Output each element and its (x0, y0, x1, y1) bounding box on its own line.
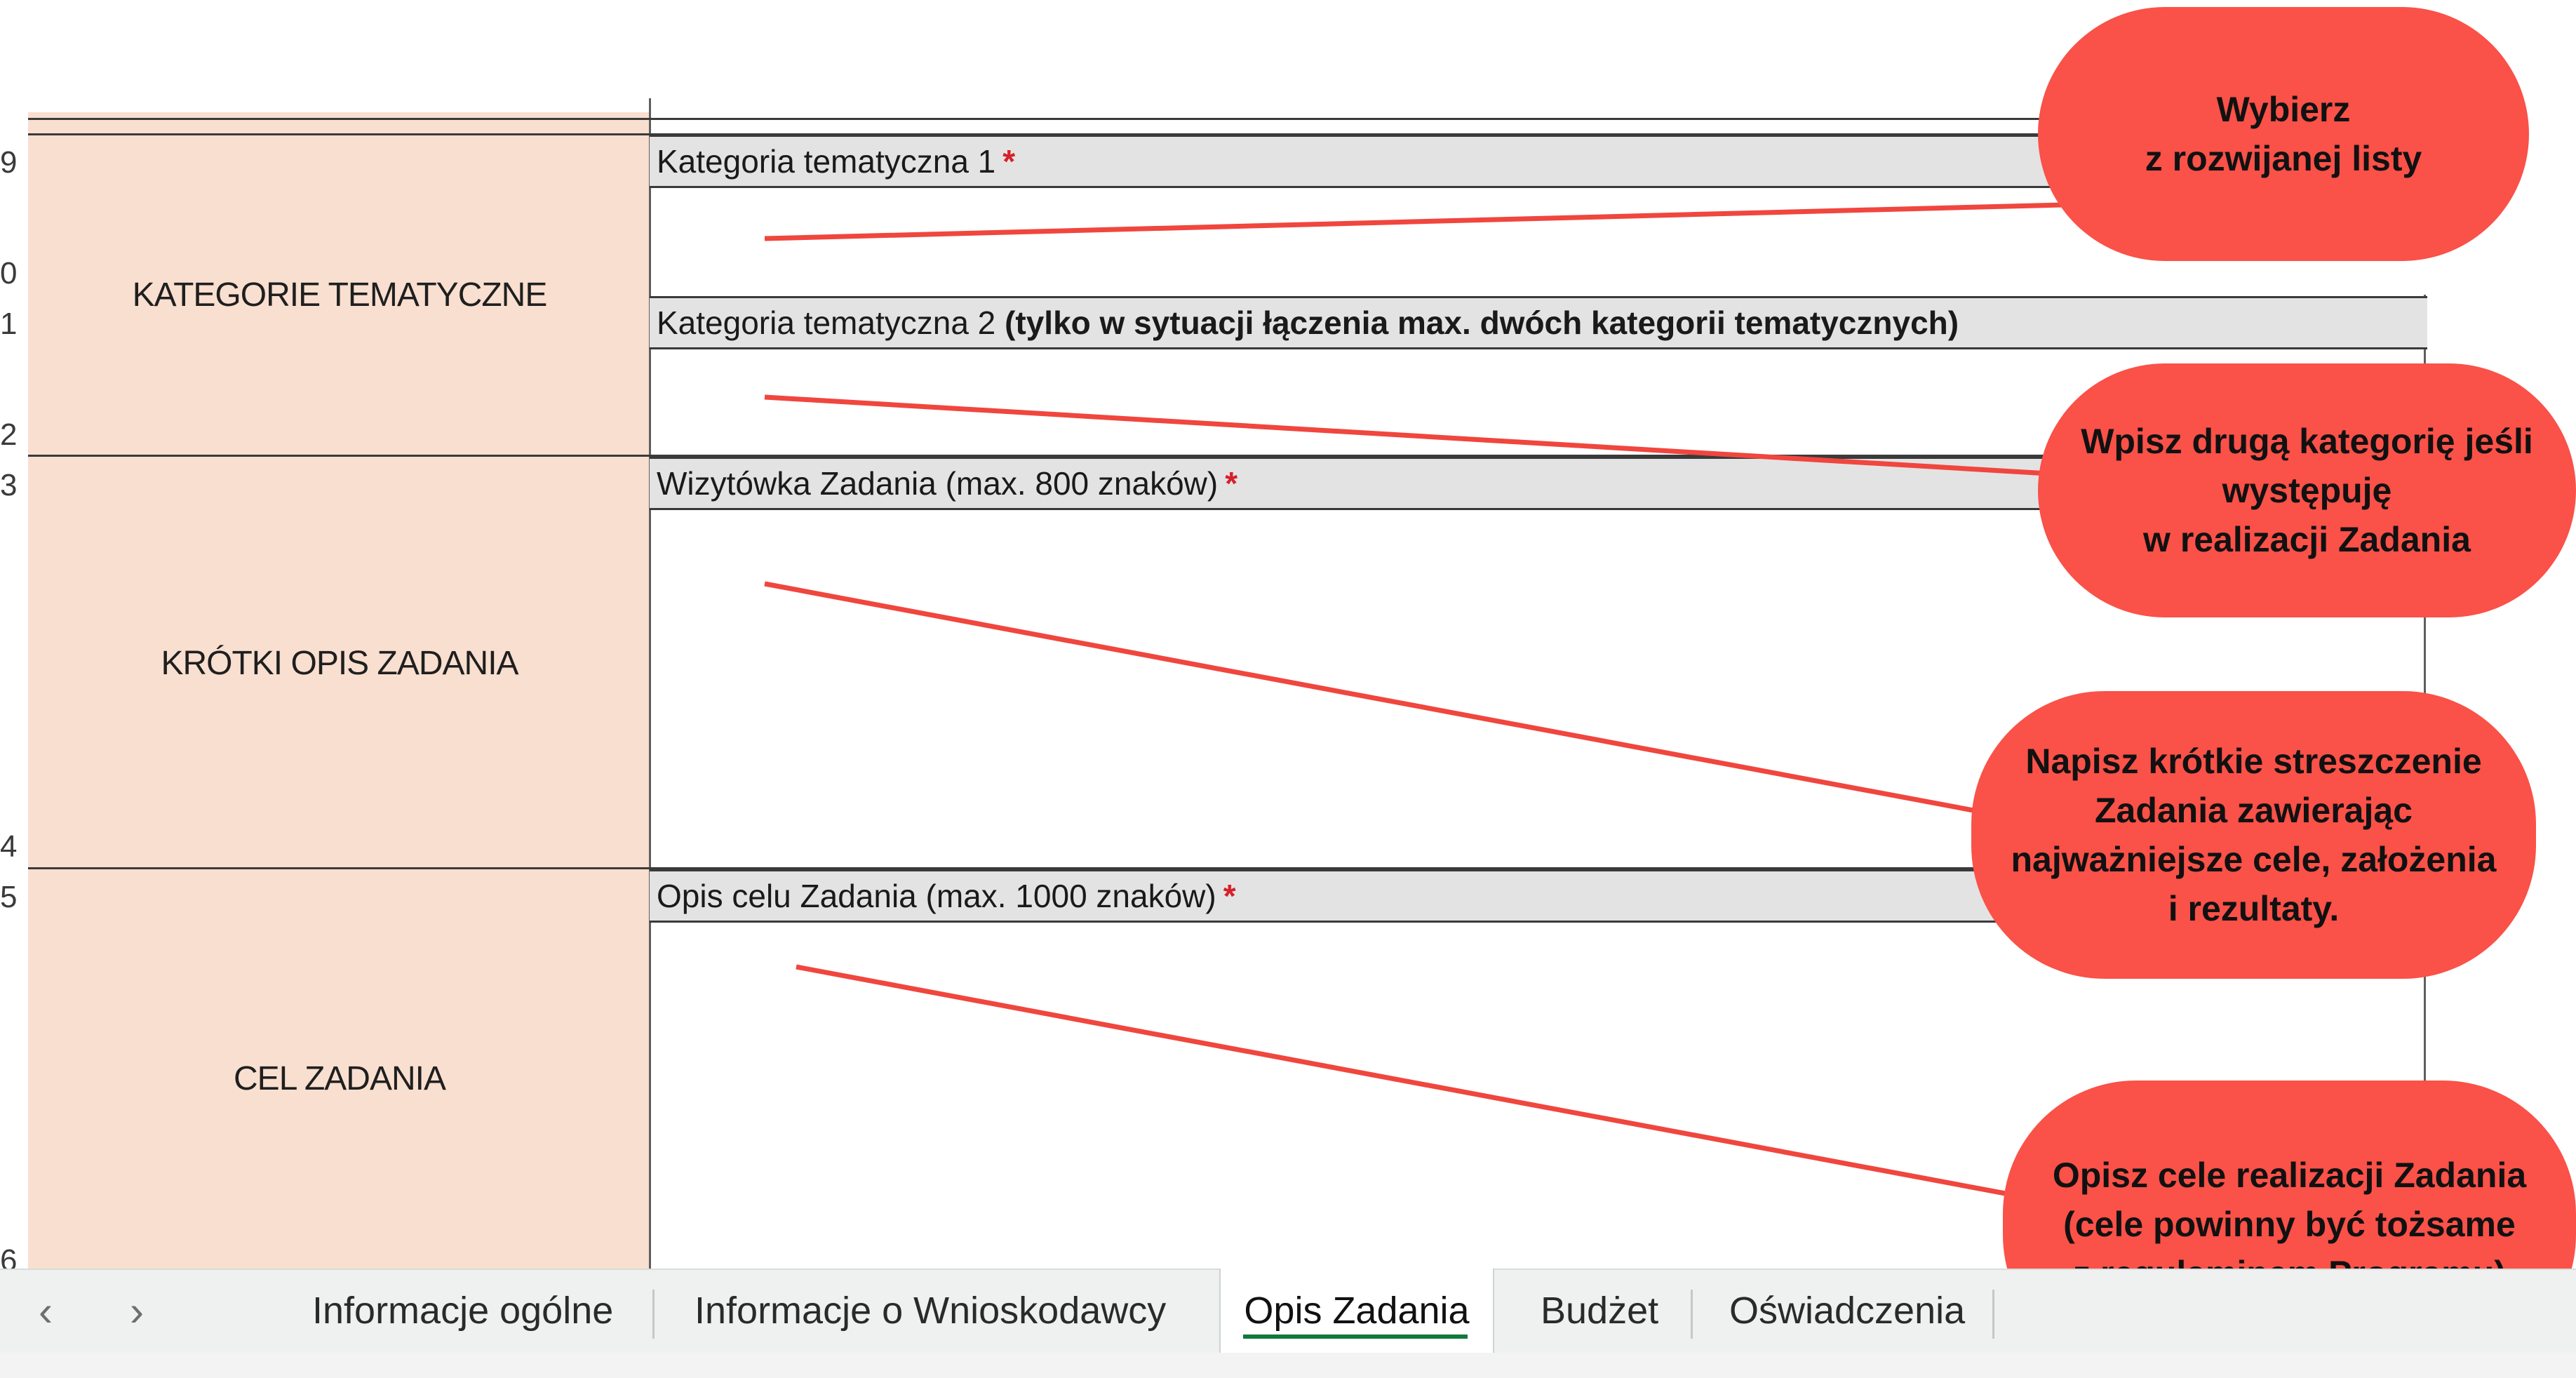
tab-next-button[interactable]: › (130, 1269, 144, 1353)
connector-line (764, 581, 1993, 817)
tab-informacje-o-wnioskodawcy[interactable]: Informacje o Wnioskodawcy (695, 1269, 1166, 1353)
callout-second-category: Wpisz drugą kategorię jeśli występuję w … (2038, 363, 2576, 617)
tab-oswiadczenia[interactable]: Oświadczenia (1729, 1269, 1965, 1353)
tab-informacje-ogolne[interactable]: Informacje ogólne (312, 1269, 613, 1353)
tab-separator (1992, 1290, 1994, 1339)
tab-separator (1691, 1290, 1693, 1339)
tab-prev-button[interactable]: ‹ (39, 1269, 53, 1353)
tab-separator (652, 1290, 655, 1339)
status-bar (0, 1353, 2576, 1378)
active-tab-underline (1243, 1334, 1468, 1339)
connector-line (796, 964, 2021, 1199)
tab-budzet[interactable]: Budżet (1541, 1269, 1658, 1353)
tab-opis-zadania[interactable]: Opis Zadania (1219, 1269, 1494, 1353)
connector-line (764, 202, 2063, 241)
callout-short-summary: Napisz krótkie streszczenie Zadania zawi… (1971, 691, 2536, 979)
callout-choose-from-list: Wybierz z rozwijanej listy (2038, 7, 2529, 261)
connector-line (764, 394, 2049, 476)
